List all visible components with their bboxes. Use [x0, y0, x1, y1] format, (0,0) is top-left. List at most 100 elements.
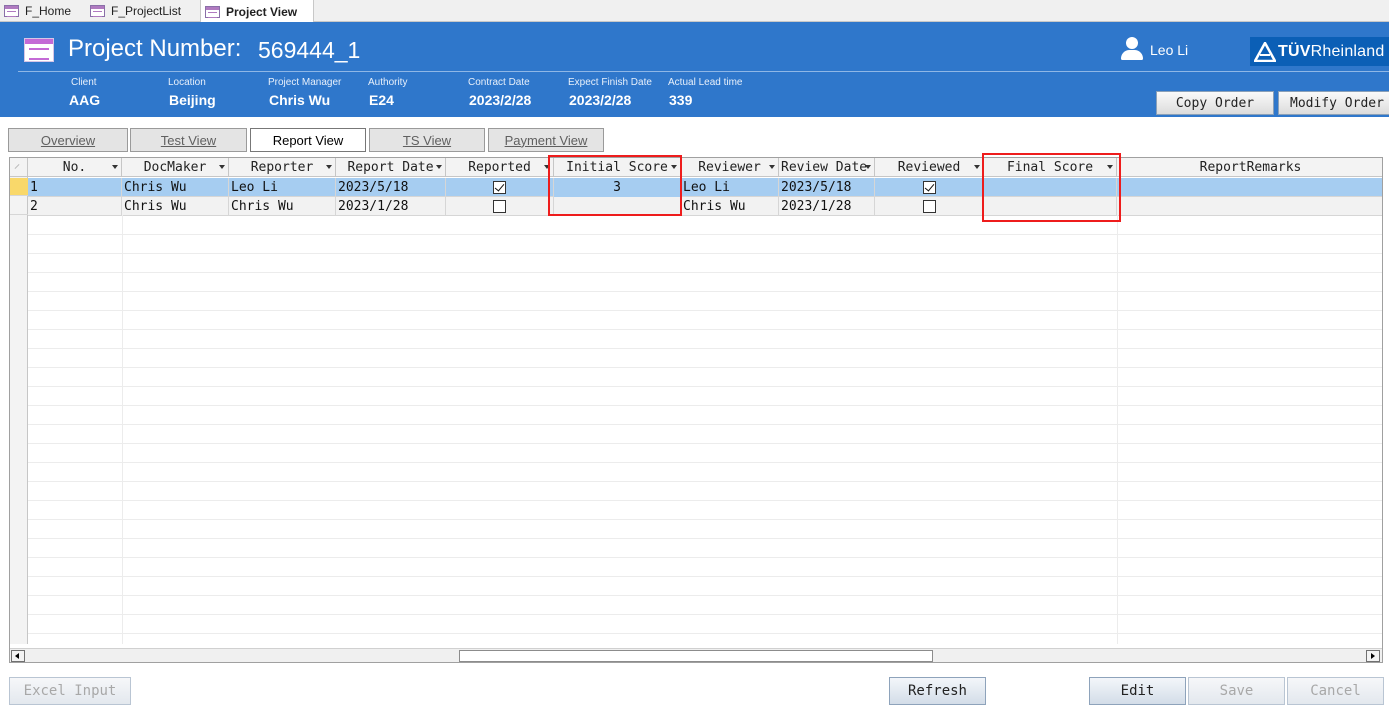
- column-header-report-remarks[interactable]: ReportRemarks: [1117, 158, 1382, 177]
- grid-line: [28, 234, 1382, 235]
- tab-overview[interactable]: Overview: [8, 128, 128, 152]
- record-selector-column: [10, 158, 28, 644]
- cancel-button[interactable]: Cancel: [1287, 677, 1384, 705]
- column-header-reported[interactable]: Reported: [446, 158, 554, 177]
- dropdown-arrow-icon[interactable]: [974, 165, 980, 169]
- cell-report-date[interactable]: 2023/1/28: [336, 197, 446, 216]
- cell-reviewed[interactable]: [875, 178, 984, 197]
- reviewed-checkbox[interactable]: [922, 200, 936, 213]
- column-header-docmaker[interactable]: DocMaker: [122, 158, 229, 177]
- scroll-left-icon[interactable]: [11, 650, 25, 662]
- info-actual-lead-time: Actual Lead time 339: [668, 77, 743, 108]
- highlight-final-score: [982, 153, 1121, 222]
- copy-order-button[interactable]: Copy Order: [1156, 91, 1274, 115]
- grid-line: [28, 386, 1382, 387]
- column-header-reviewed[interactable]: Reviewed: [875, 158, 984, 177]
- record-selector-current[interactable]: [10, 178, 28, 196]
- column-header-reviewer[interactable]: Reviewer: [681, 158, 779, 177]
- grid-line: [28, 500, 1382, 501]
- column-header-no[interactable]: No.: [28, 158, 122, 177]
- grid-line: [28, 272, 1382, 273]
- cell-review-date[interactable]: 2023/1/28: [779, 197, 875, 216]
- cell-reported[interactable]: [446, 178, 554, 197]
- report-datasheet[interactable]: No. DocMaker Reporter Report Date Report…: [9, 157, 1383, 663]
- grid-line: [28, 595, 1382, 596]
- tab-payment-view[interactable]: Payment View: [488, 128, 604, 152]
- cell-reporter[interactable]: Chris Wu: [229, 197, 336, 216]
- document-tabs: F_Home F_ProjectList Project View: [0, 0, 1389, 23]
- info-project-manager: Project Manager Chris Wu: [268, 77, 342, 108]
- doc-tab-f-home[interactable]: F_Home: [0, 0, 84, 22]
- refresh-button[interactable]: Refresh: [889, 677, 986, 705]
- grid-line: [28, 253, 1382, 254]
- scrollbar-thumb[interactable]: [459, 650, 933, 662]
- grid-line: [28, 310, 1382, 311]
- tuv-rheinland-logo: TÜVRheinland: [1250, 37, 1389, 66]
- dropdown-arrow-icon[interactable]: [865, 165, 871, 169]
- dropdown-arrow-icon[interactable]: [436, 165, 442, 169]
- table-row[interactable]: 1 Chris Wu Leo Li 2023/5/18 3 Leo Li 202…: [28, 178, 1382, 197]
- form-icon: [24, 38, 54, 62]
- column-header-review-date[interactable]: Review Date: [779, 158, 875, 177]
- dropdown-arrow-icon[interactable]: [219, 165, 225, 169]
- user-name: Leo Li: [1150, 42, 1189, 58]
- cell-no[interactable]: 1: [28, 178, 122, 197]
- horizontal-scrollbar[interactable]: [10, 648, 1382, 662]
- info-expect-finish-date: Expect Finish Date 2023/2/28: [568, 77, 652, 108]
- dropdown-arrow-icon[interactable]: [769, 165, 775, 169]
- excel-input-button[interactable]: Excel Input: [9, 677, 131, 705]
- cell-reviewer[interactable]: Leo Li: [681, 178, 779, 197]
- cell-no[interactable]: 2: [28, 197, 122, 216]
- cell-reviewed[interactable]: [875, 197, 984, 216]
- scroll-right-icon[interactable]: [1366, 650, 1380, 662]
- cell-reported[interactable]: [446, 197, 554, 216]
- cell-reporter[interactable]: Leo Li: [229, 178, 336, 197]
- grid-line: [1117, 215, 1118, 644]
- grid-line: [28, 633, 1382, 634]
- doc-tab-label: F_ProjectList: [111, 4, 182, 18]
- reviewed-checkbox[interactable]: [922, 181, 936, 194]
- cell-review-date[interactable]: 2023/5/18: [779, 178, 875, 197]
- table-row[interactable]: 2 Chris Wu Chris Wu 2023/1/28 Chris Wu 2…: [28, 197, 1382, 216]
- grid-line: [28, 481, 1382, 482]
- doc-tab-label: Project View: [226, 4, 298, 19]
- grid-line: [28, 424, 1382, 425]
- tuv-triangle-logo-icon: [1254, 41, 1276, 62]
- project-number-label: Project Number:: [68, 35, 242, 62]
- project-number-value: 569444_1: [258, 37, 361, 63]
- grid-line: [28, 538, 1382, 539]
- tab-ts-view[interactable]: TS View: [369, 128, 485, 152]
- cell-report-remarks[interactable]: [1117, 197, 1382, 216]
- save-button[interactable]: Save: [1188, 677, 1285, 705]
- cell-report-remarks[interactable]: [1117, 178, 1382, 197]
- cell-reviewer[interactable]: Chris Wu: [681, 197, 779, 216]
- column-header-report-date[interactable]: Report Date: [336, 158, 446, 177]
- column-header-reporter[interactable]: Reporter: [229, 158, 336, 177]
- grid-line: [28, 614, 1382, 615]
- doc-tab-project-view[interactable]: Project View: [200, 0, 314, 23]
- select-all-corner[interactable]: [10, 158, 28, 177]
- grid-line: [28, 557, 1382, 558]
- form-icon: [90, 5, 105, 17]
- reported-checkbox[interactable]: [493, 200, 506, 213]
- reported-checkbox[interactable]: [493, 181, 506, 194]
- doc-tab-label: F_Home: [25, 4, 72, 18]
- cell-docmaker[interactable]: Chris Wu: [122, 197, 229, 216]
- highlight-initial-score: [548, 155, 682, 216]
- doc-tab-f-projectlist[interactable]: F_ProjectList: [86, 0, 198, 22]
- modify-order-button[interactable]: Modify Order: [1278, 91, 1389, 115]
- cell-report-date[interactable]: 2023/5/18: [336, 178, 446, 197]
- tab-report-view[interactable]: Report View: [250, 128, 366, 152]
- tab-test-view[interactable]: Test View: [130, 128, 247, 152]
- grid-line: [28, 405, 1382, 406]
- info-client: Client AAG: [69, 77, 101, 108]
- record-selector[interactable]: [10, 197, 28, 215]
- grid-line: [28, 519, 1382, 520]
- dropdown-arrow-icon[interactable]: [112, 165, 118, 169]
- grid-line: [122, 215, 123, 644]
- dropdown-arrow-icon[interactable]: [326, 165, 332, 169]
- header-divider: [18, 71, 1389, 72]
- grid-line: [28, 348, 1382, 349]
- cell-docmaker[interactable]: Chris Wu: [122, 178, 229, 197]
- edit-button[interactable]: Edit: [1089, 677, 1186, 705]
